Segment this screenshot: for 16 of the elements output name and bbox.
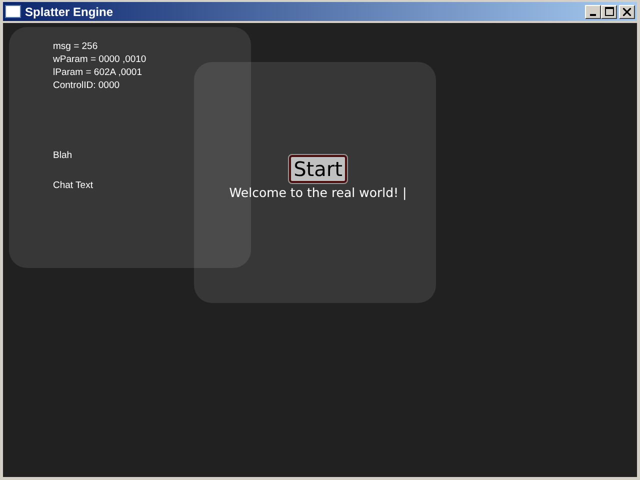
debug-line: lParam = 602A ,0001 — [53, 66, 143, 79]
start-button[interactable]: Start — [288, 155, 348, 183]
maximize-button[interactable] — [601, 4, 617, 18]
debug-line: wParam = 0000 ,0010 — [53, 53, 146, 66]
close-icon — [623, 8, 631, 16]
close-button[interactable] — [619, 4, 635, 18]
debug-line: msg = 256 — [53, 40, 99, 53]
maximize-icon — [604, 7, 614, 16]
minimize-icon — [590, 14, 596, 16]
debug-line: ControlID: 0000 — [53, 79, 121, 92]
window-icon — [5, 5, 21, 18]
window-title: Splatter Engine — [25, 4, 114, 18]
minimize-button[interactable] — [585, 4, 601, 18]
debug-label: Chat Text — [53, 180, 93, 191]
debug-label: Blah — [53, 150, 72, 161]
chat-input[interactable]: Welcome to the real world! | — [229, 185, 407, 200]
